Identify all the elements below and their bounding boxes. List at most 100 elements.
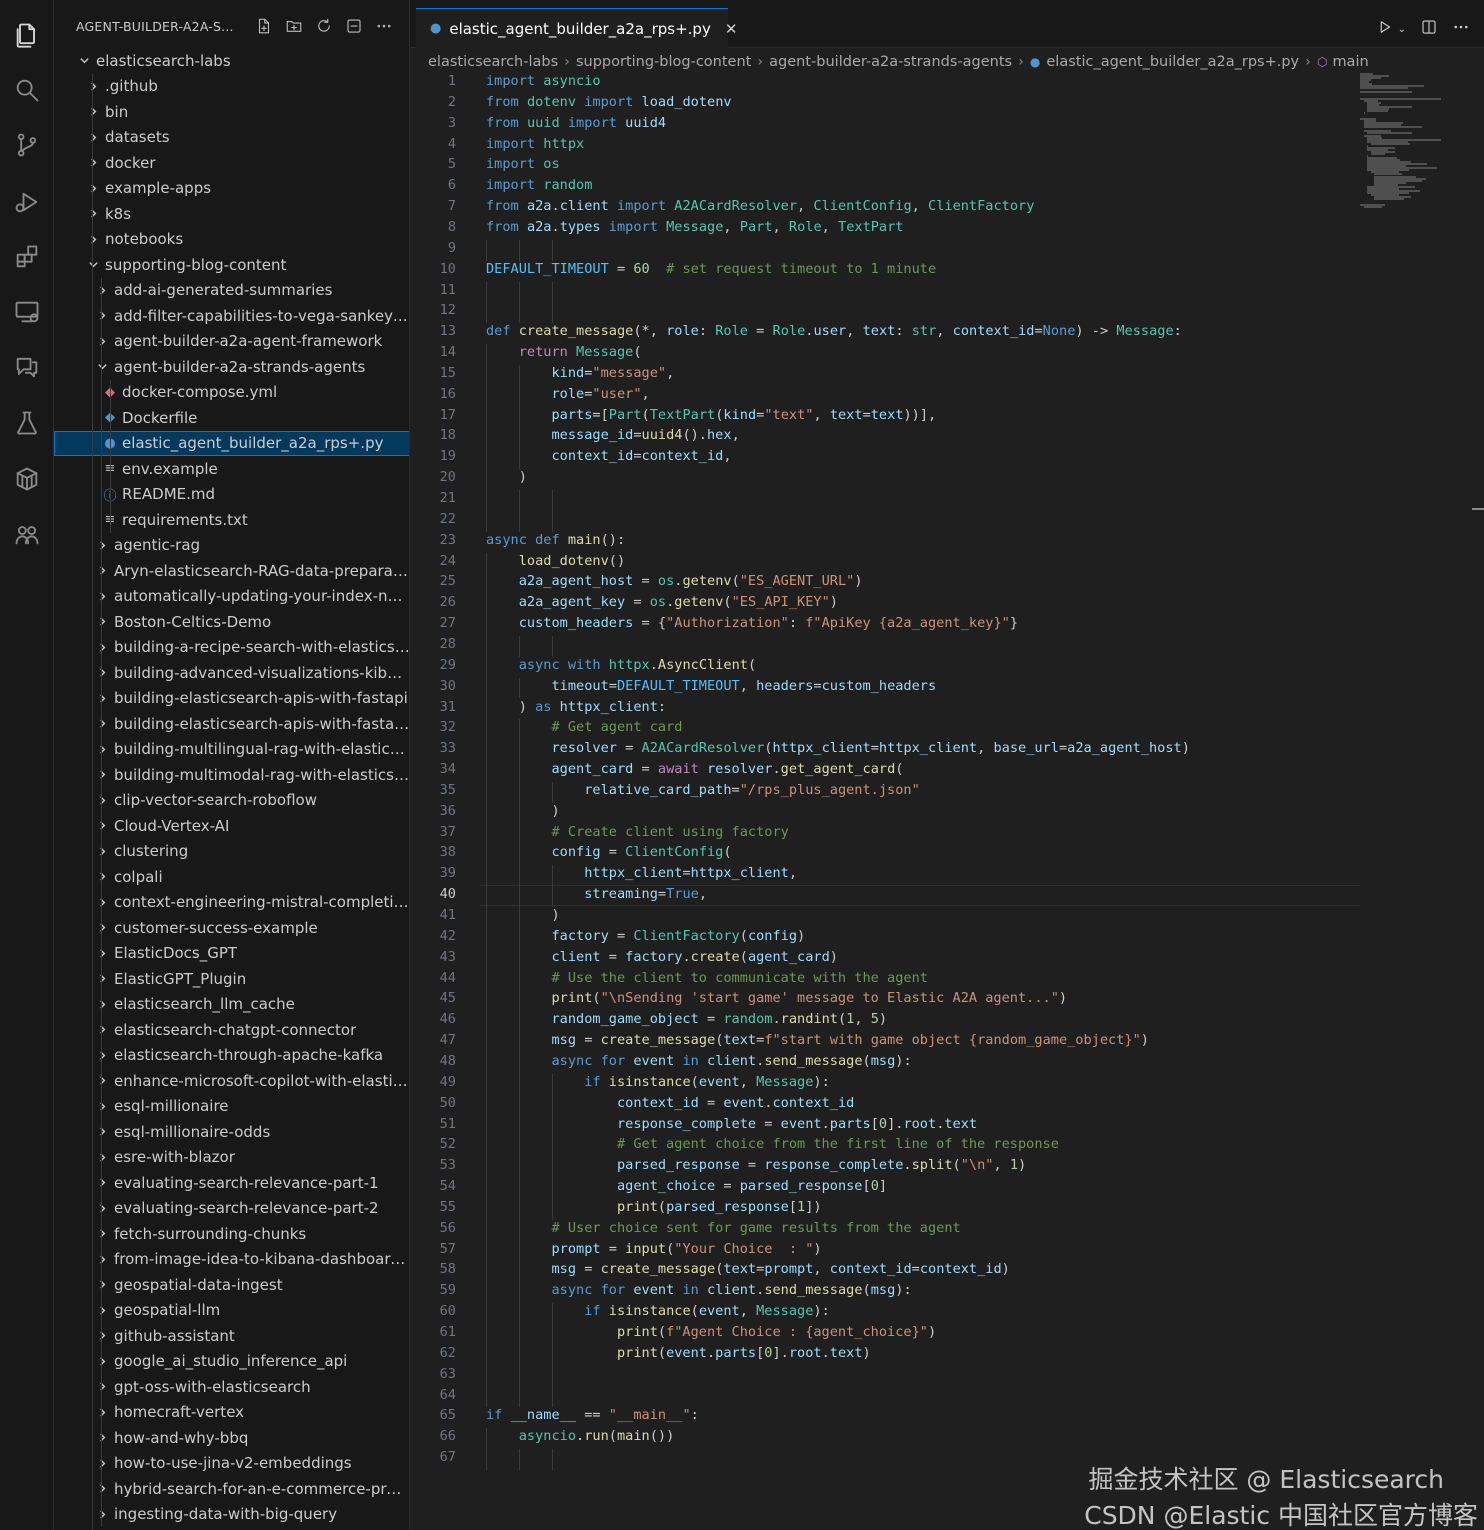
code-line[interactable]: role="user",	[486, 386, 649, 402]
code-line[interactable]: # Get agent choice from the first line o…	[486, 1136, 1059, 1152]
code-line[interactable]: import random	[486, 177, 592, 193]
code-line[interactable]: async with httpx.AsyncClient(	[486, 657, 756, 673]
minimap[interactable]	[1360, 73, 1450, 213]
code-line[interactable]: factory = ClientFactory(config)	[486, 928, 805, 944]
code-line[interactable]: )	[486, 907, 559, 923]
more-actions-icon[interactable]	[373, 15, 395, 37]
chevron-down-icon[interactable]: ⌄	[1398, 24, 1406, 35]
code-line[interactable]: config = ClientConfig(	[486, 844, 731, 860]
tree-folder-homecraft-vertex[interactable]: homecraft-vertex	[54, 1400, 409, 1426]
tree-folder-clustering[interactable]: clustering	[54, 839, 409, 865]
code-line[interactable]: client = factory.create(agent_card)	[486, 949, 837, 965]
tree-folder-elasticsearch-chatgpt-connector[interactable]: elasticsearch-chatgpt-connector	[54, 1017, 409, 1043]
code-line[interactable]: def create_message(*, role: Role = Role.…	[486, 323, 1182, 339]
tree-file-readme-md[interactable]: ⓘREADME.md	[54, 482, 409, 508]
tree-file-elastic-agent-builder-a2a-rps-py[interactable]: ●elastic_agent_builder_a2a_rps+.py	[54, 430, 409, 456]
tab-active-file[interactable]: ● elastic_agent_builder_a2a_rps+.py ✕	[416, 8, 737, 48]
tree-folder-how-and-why-bbq[interactable]: how-and-why-bbq	[54, 1425, 409, 1451]
tree-folder-building-multilingual-rag-with-elastic-an[interactable]: building-multilingual-rag-with-elastic-a…	[54, 737, 409, 763]
tree-folder-boston-celtics-demo[interactable]: Boston-Celtics-Demo	[54, 609, 409, 635]
breadcrumb-item[interactable]: supporting-blog-content	[576, 54, 751, 70]
tree-file-docker-compose-yml[interactable]: ◆docker-compose.yml	[54, 380, 409, 406]
code-line[interactable]: custom_headers = {"Authorization": f"Api…	[486, 615, 1018, 631]
breadcrumb-item[interactable]: elasticsearch-labs	[428, 54, 558, 70]
code-line[interactable]: # Get agent card	[486, 719, 682, 735]
tree-folder-evaluating-search-relevance-part-1[interactable]: evaluating-search-relevance-part-1	[54, 1170, 409, 1196]
accounts-icon[interactable]	[8, 515, 46, 553]
breadcrumb-item[interactable]: elastic_agent_builder_a2a_rps+.py	[1046, 54, 1299, 70]
code-line[interactable]: agent_choice = parsed_response[0]	[486, 1178, 887, 1194]
remote-explorer-icon[interactable]	[8, 293, 46, 331]
tree-folder-bin[interactable]: bin	[54, 99, 409, 125]
code-line[interactable]: parts=[Part(TextPart(kind="text", text=t…	[486, 407, 936, 423]
tree-folder-cloud-vertex-ai[interactable]: Cloud-Vertex-AI	[54, 813, 409, 839]
code-line[interactable]: if __name__ == "__main__":	[486, 1407, 699, 1423]
tree-folder-google-ai-studio-inference-api[interactable]: google_ai_studio_inference_api	[54, 1349, 409, 1375]
tree-folder-building-advanced-visualizations-kibana[interactable]: building-advanced-visualizations-kibana.…	[54, 660, 409, 686]
tree-folder-geospatial-llm[interactable]: geospatial-llm	[54, 1298, 409, 1324]
breadcrumb-item[interactable]: agent-builder-a2a-strands-agents	[769, 54, 1012, 70]
source-control-icon[interactable]	[8, 126, 46, 164]
more-actions-icon[interactable]	[1452, 18, 1470, 40]
code-line[interactable]: print(parsed_response[1])	[486, 1199, 822, 1215]
code-line[interactable]: if isinstance(event, Message):	[486, 1074, 830, 1090]
tree-folder-building-elasticsearch-apis-with-fastapi[interactable]: building-elasticsearch-apis-with-fastapi	[54, 686, 409, 712]
code-line[interactable]: # Create client using factory	[486, 824, 788, 840]
code-line[interactable]: from uuid import uuid4	[486, 115, 666, 131]
close-icon[interactable]: ✕	[725, 20, 738, 38]
code-line[interactable]: print("\nSending 'start game' message to…	[486, 990, 1067, 1006]
tree-folder-how-to-use-jina-v2-embeddings[interactable]: how-to-use-jina-v2-embeddings	[54, 1451, 409, 1477]
tree-folder-add-ai-generated-summaries[interactable]: add-ai-generated-summaries	[54, 278, 409, 304]
code-line[interactable]: asyncio.run(main())	[486, 1428, 675, 1444]
tree-folder-notebooks[interactable]: notebooks	[54, 227, 409, 253]
tree-folder-building-multimodal-rag-with-elasticsea[interactable]: building-multimodal-rag-with-elasticsea.…	[54, 762, 409, 788]
tree-folder-esre-with-blazor[interactable]: esre-with-blazor	[54, 1145, 409, 1171]
code-line[interactable]: from a2a.types import Message, Part, Rol…	[486, 219, 904, 235]
code-line[interactable]: context_id=context_id,	[486, 448, 731, 464]
new-file-icon[interactable]	[253, 15, 275, 37]
tree-folder-context-engineering-mistral-completions[interactable]: context-engineering-mistral-completions	[54, 890, 409, 916]
code-line[interactable]: )	[486, 469, 527, 485]
code-line[interactable]: timeout=DEFAULT_TIMEOUT, headers=custom_…	[486, 678, 936, 694]
code-line[interactable]: DEFAULT_TIMEOUT = 60 # set request timeo…	[486, 261, 936, 277]
code-line[interactable]: from a2a.client import A2ACardResolver, …	[486, 198, 1034, 214]
code-line[interactable]: return Message(	[486, 344, 642, 360]
tree-folder-colpali[interactable]: colpali	[54, 864, 409, 890]
code-line[interactable]: async for event in client.send_message(m…	[486, 1053, 911, 1069]
tree-folder-aryn-elasticsearch-rag-data-preparati[interactable]: Aryn-elasticsearch-RAG-data-preparati...	[54, 558, 409, 584]
tree-folder-fetch-surrounding-chunks[interactable]: fetch-surrounding-chunks	[54, 1221, 409, 1247]
tree-folder-geospatial-data-ingest[interactable]: geospatial-data-ingest	[54, 1272, 409, 1298]
code-line[interactable]: async def main():	[486, 532, 625, 548]
run-icon[interactable]	[1376, 18, 1394, 40]
tree-folder-agentic-rag[interactable]: agentic-rag	[54, 533, 409, 559]
explorer-icon[interactable]	[8, 16, 46, 54]
code-line[interactable]: ) as httpx_client:	[486, 699, 666, 715]
tree-folder-agent-builder-a2a-agent-framework[interactable]: agent-builder-a2a-agent-framework	[54, 329, 409, 355]
code-line[interactable]: response_complete = event.parts[0].root.…	[486, 1116, 977, 1132]
tree-file-dockerfile[interactable]: ◆Dockerfile	[54, 405, 409, 431]
tree-folder-elasticsearch-through-apache-kafka[interactable]: elasticsearch-through-apache-kafka	[54, 1043, 409, 1069]
tree-folder-k8s[interactable]: k8s	[54, 201, 409, 227]
code-line[interactable]: parsed_response = response_complete.spli…	[486, 1157, 1026, 1173]
breadcrumb-item[interactable]: main	[1332, 54, 1368, 70]
tree-folder-gpt-oss-with-elasticsearch[interactable]: gpt-oss-with-elasticsearch	[54, 1374, 409, 1400]
refresh-icon[interactable]	[313, 15, 335, 37]
tree-folder-elasticsearch-llm-cache[interactable]: elasticsearch_llm_cache	[54, 992, 409, 1018]
code-line[interactable]: import asyncio	[486, 73, 601, 89]
code-line[interactable]: msg = create_message(text=f"start with g…	[486, 1032, 1149, 1048]
tree-file-env-example[interactable]: ≡env.example	[54, 456, 409, 482]
code-line[interactable]: kind="message",	[486, 365, 674, 381]
tree-folder-esql-millionaire-odds[interactable]: esql-millionaire-odds	[54, 1119, 409, 1145]
tree-folder-add-filter-capabilities-to-vega-sankey-c[interactable]: add-filter-capabilities-to-vega-sankey-c…	[54, 303, 409, 329]
tree-folder-github-assistant[interactable]: github-assistant	[54, 1323, 409, 1349]
testing-icon[interactable]	[8, 404, 46, 442]
code-line[interactable]: import httpx	[486, 136, 584, 152]
code-line[interactable]: a2a_agent_host = os.getenv("ES_AGENT_URL…	[486, 573, 863, 589]
tree-folder-github[interactable]: .github	[54, 74, 409, 100]
tree-folder-clip-vector-search-roboflow[interactable]: clip-vector-search-roboflow	[54, 788, 409, 814]
tree-folder-elasticgpt-plugin[interactable]: ElasticGPT_Plugin	[54, 966, 409, 992]
run-debug-icon[interactable]	[8, 183, 46, 221]
code-line[interactable]: # Use the client to communicate with the…	[486, 970, 927, 986]
code-line[interactable]: prompt = input("Your Choice : ")	[486, 1241, 821, 1257]
tree-folder-esql-millionaire[interactable]: esql-millionaire	[54, 1094, 409, 1120]
